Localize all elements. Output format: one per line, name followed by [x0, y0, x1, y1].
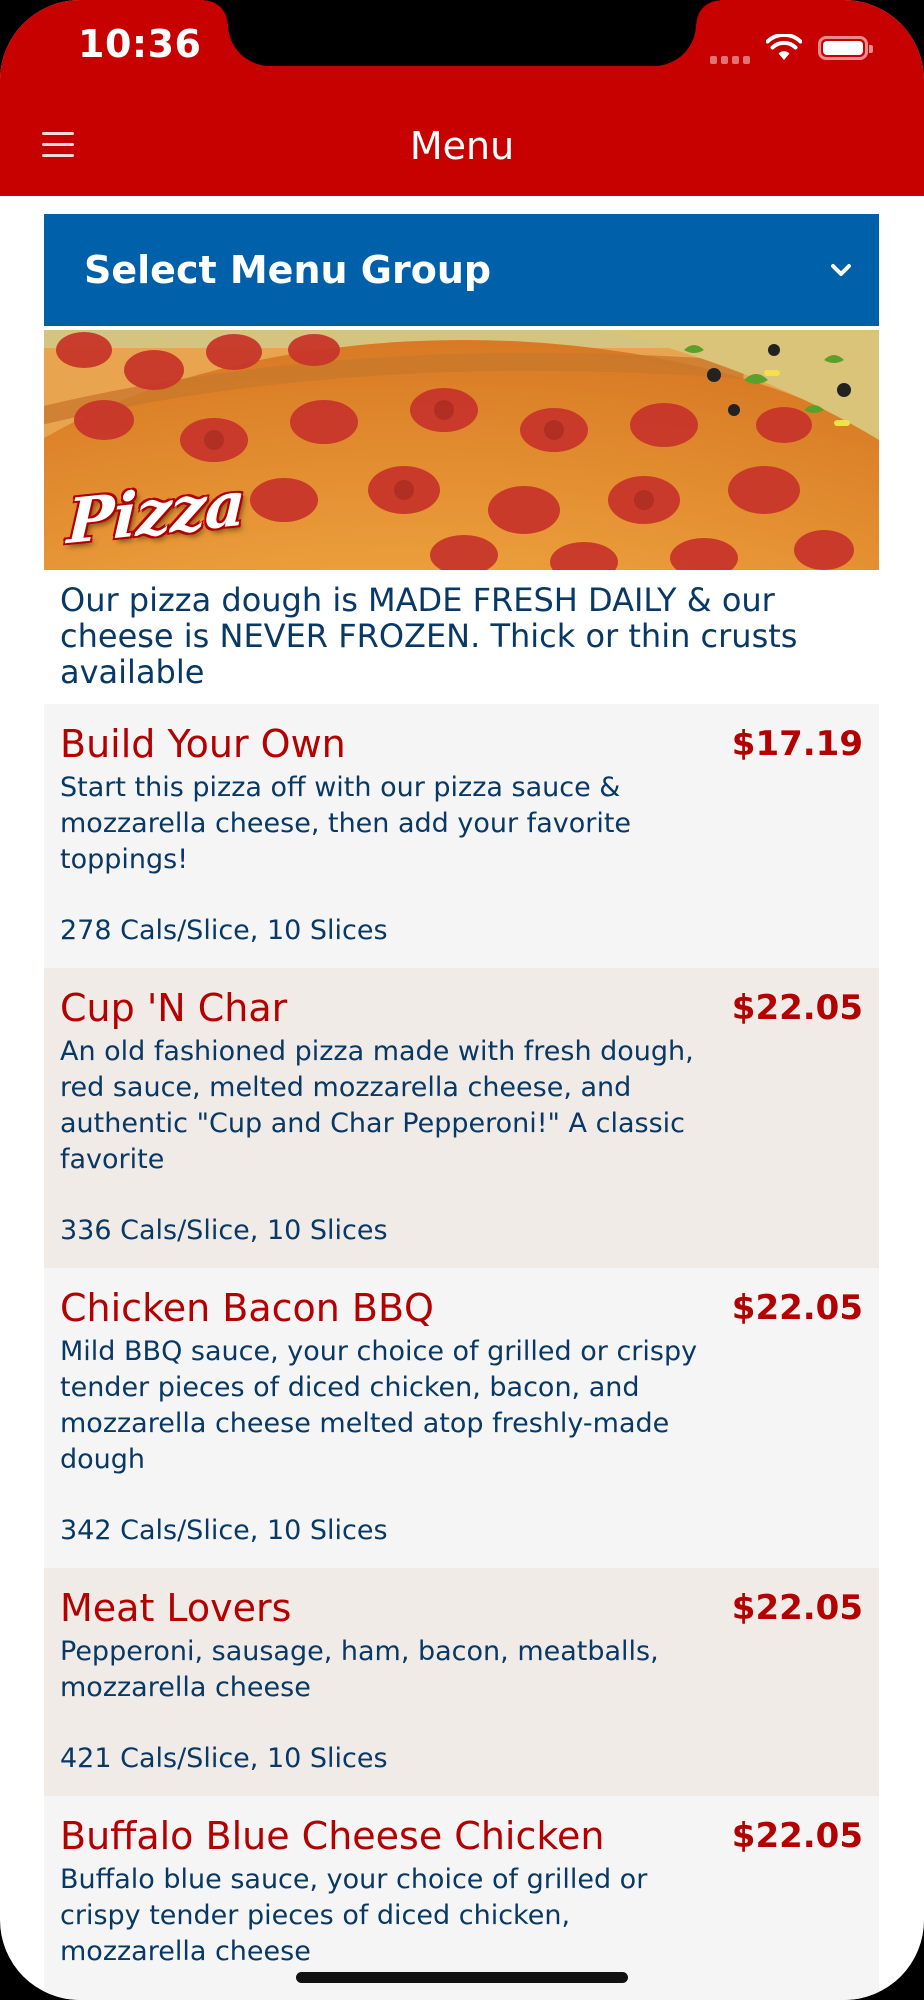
menu-item-price: $22.05 — [731, 1816, 863, 1856]
chevron-down-icon — [831, 264, 851, 276]
menu-item[interactable]: Meat Lovers $22.05 Pepperoni, sausage, h… — [44, 1568, 879, 1796]
menu-item-calories: 336 Cals/Slice, 10 Slices — [60, 1215, 388, 1246]
app-header: 10:36 Menu — [0, 0, 924, 196]
menu-item-price: $22.05 — [731, 1288, 863, 1328]
menu-item-price: $22.05 — [731, 988, 863, 1028]
menu-group-label: Select Menu Group — [84, 248, 492, 292]
menu-item[interactable]: Build Your Own $17.19 Start this pizza o… — [44, 704, 879, 968]
menu-item[interactable]: Buffalo Blue Cheese Chicken $22.05 Buffa… — [44, 1796, 879, 2000]
menu-item[interactable]: Chicken Bacon BBQ $22.05 Mild BBQ sauce,… — [44, 1268, 879, 1568]
menu-item-description: An old fashioned pizza made with fresh d… — [60, 1036, 694, 1175]
menu-item-description: Pepperoni, sausage, ham, bacon, meatball… — [60, 1636, 659, 1703]
app-screen: 10:36 Menu Select Menu Group Pizza Our p… — [0, 0, 924, 2000]
status-time: 10:36 — [78, 22, 202, 66]
wifi-icon — [766, 34, 802, 60]
menu-item-description: Buffalo blue sauce, your choice of grill… — [60, 1864, 648, 1967]
menu-item-description: Start this pizza off with our pizza sauc… — [60, 772, 632, 875]
group-description: Our pizza dough is MADE FRESH DAILY & ou… — [44, 570, 879, 704]
menu-item-description: Mild BBQ sauce, your choice of grilled o… — [60, 1336, 698, 1475]
menu-content: Select Menu Group Pizza Our pizza dough … — [44, 214, 879, 2000]
pizza-banner-image: Pizza — [44, 330, 879, 570]
menu-group-dropdown[interactable]: Select Menu Group — [44, 214, 879, 326]
menu-item-calories: 421 Cals/Slice, 10 Slices — [60, 1743, 388, 1774]
menu-item[interactable]: Cup 'N Char $22.05 An old fashioned pizz… — [44, 968, 879, 1268]
page-title: Menu — [409, 124, 515, 168]
device-notch — [204, 0, 720, 66]
menu-item-price: $17.19 — [731, 724, 863, 764]
home-indicator[interactable] — [296, 1972, 628, 1983]
cellular-signal-icon — [710, 54, 754, 64]
menu-item-calories: 278 Cals/Slice, 10 Slices — [60, 915, 388, 946]
menu-item-calories: 342 Cals/Slice, 10 Slices — [60, 1515, 388, 1546]
battery-icon — [818, 36, 873, 60]
menu-item-price: $22.05 — [731, 1588, 863, 1628]
